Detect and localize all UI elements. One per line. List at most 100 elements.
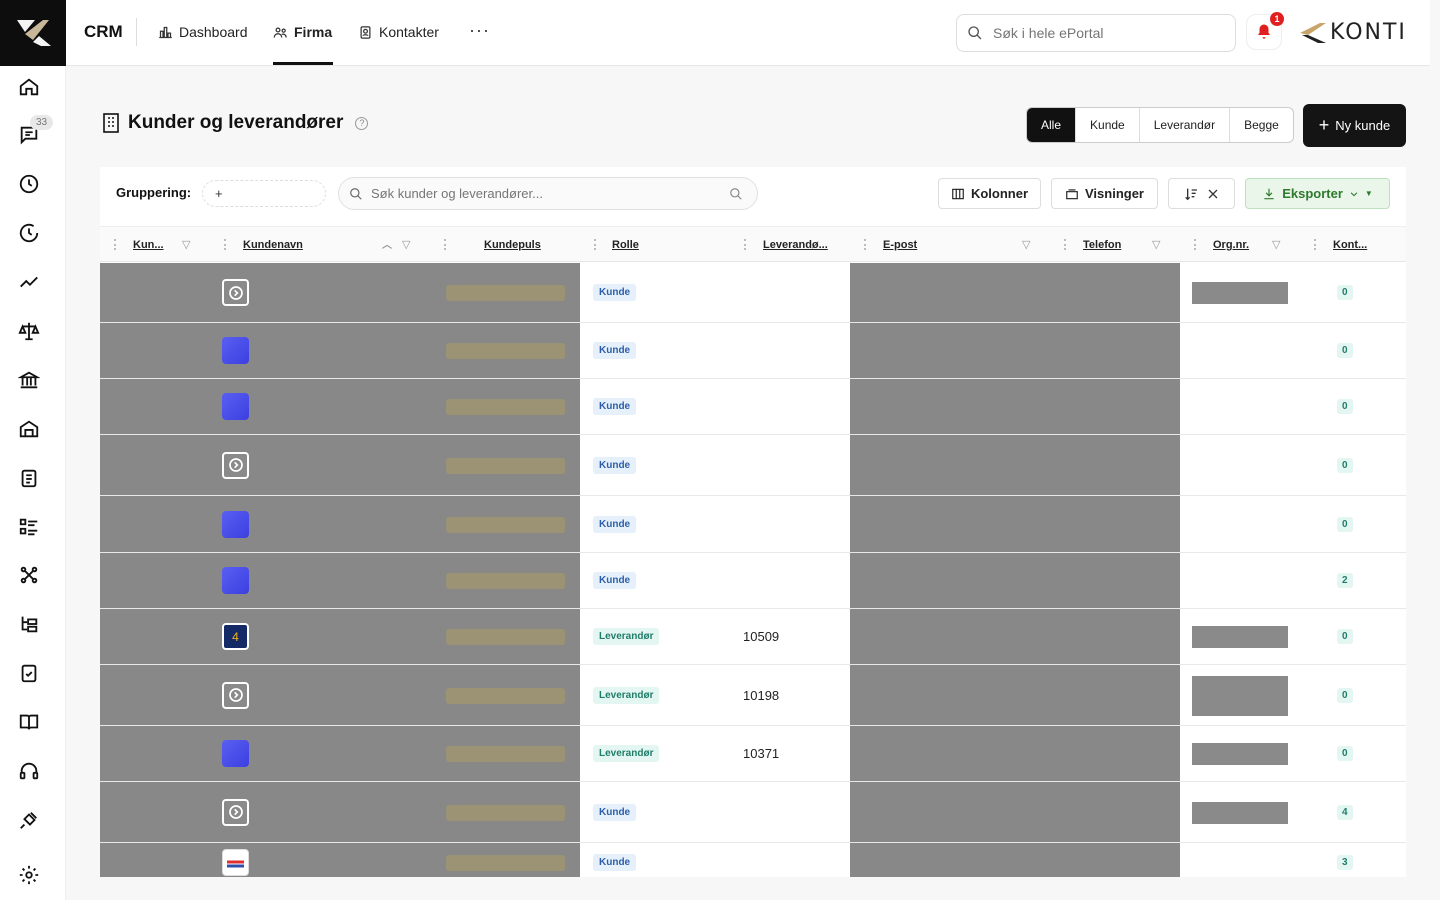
table-row[interactable]: Kunde 0 [100,435,1406,496]
redacted-cell [1050,843,1180,877]
drag-handle-icon[interactable] [444,239,447,250]
new-customer-button[interactable]: + Ny kunde [1303,104,1406,147]
col-header-kundenavn[interactable]: Kundenavn ︿ ▽ [210,227,430,263]
contacts-icon [360,25,371,39]
clipboard-icon[interactable] [16,465,42,491]
bell-icon [1258,24,1270,39]
col-header-kun[interactable]: Kun... ▽ [100,227,210,263]
filter-icon[interactable]: ▽ [1022,238,1030,251]
drag-handle-icon[interactable] [114,239,117,250]
customer-avatar[interactable] [222,451,249,479]
filter-icon[interactable]: ▽ [1152,238,1160,251]
table-row[interactable]: Kunde 2 [100,553,1406,609]
customer-avatar[interactable] [222,510,249,538]
drag-handle-icon[interactable] [224,239,227,250]
table-row[interactable]: Leverandør 10198 0 [100,665,1406,726]
customer-avatar[interactable] [222,798,249,826]
views-button[interactable]: Visninger [1051,178,1158,209]
nav-kontakter[interactable]: Kontakter [358,24,439,40]
drag-handle-icon[interactable] [594,239,597,250]
drag-handle-icon[interactable] [744,239,747,250]
role-badge: Kunde [593,342,637,359]
filter-icon[interactable]: ▽ [182,238,190,251]
table-row[interactable]: Kunde 0 [100,496,1406,553]
sort-asc-icon[interactable]: ︿ [382,236,392,251]
views-label: Visninger [1084,186,1144,201]
network-icon[interactable] [16,562,42,588]
filter-icon[interactable]: ▽ [1272,238,1280,251]
history-icon[interactable] [16,220,42,246]
home-icon[interactable] [16,74,42,100]
grouping-label: Gruppering: [116,185,192,200]
global-search[interactable] [956,14,1236,52]
columns-button[interactable]: Kolonner [938,178,1041,209]
customer-avatar[interactable]: 4 [222,623,249,650]
filter-tab-kunde[interactable]: Kunde [1075,108,1139,142]
filter-tab-alle[interactable]: Alle [1027,108,1076,142]
warehouse-icon[interactable] [16,416,42,442]
page-title: Kunder og leverandører ? [102,112,369,134]
table-row[interactable]: Kunde 0 [100,379,1406,435]
app-title: CRM [84,22,123,41]
chevron-right-icon [228,688,243,702]
col-header-leverandor[interactable]: Leverandø... [730,227,850,263]
checklist-icon[interactable] [16,660,42,686]
filter-tab-begge[interactable]: Begge [1229,108,1293,142]
nav-dashboard[interactable]: Dashboard [158,24,248,40]
table-search[interactable] [338,177,758,210]
table-row[interactable]: 4 Leverandør 10509 0 [100,609,1406,665]
col-header-kont[interactable]: Kont... [1300,227,1406,263]
trend-icon[interactable] [16,269,42,295]
table-search-input[interactable] [371,186,721,201]
customer-avatar[interactable] [222,740,249,767]
clear-sort-button[interactable] [1168,178,1235,209]
export-button[interactable]: Eksporter ▼ [1245,178,1390,209]
customer-avatar[interactable] [222,393,249,420]
role-badge: Leverandør [593,628,660,645]
customer-avatar[interactable] [222,337,249,364]
drag-handle-icon[interactable] [1314,239,1317,250]
role-badge: Leverandør [593,686,660,704]
more-menu-button[interactable]: ··· [469,20,490,41]
divider [136,18,137,46]
col-header-orgnr[interactable]: Org.nr. ▽ [1180,227,1300,263]
app-logo[interactable] [0,0,66,66]
search-icon [350,187,362,200]
table-row[interactable]: Leverandør 10371 0 [100,726,1406,782]
filter-icon[interactable]: ▽ [402,238,410,251]
help-icon[interactable]: ? [355,116,369,130]
chat-count-badge: 33 [30,115,54,130]
global-search-input[interactable] [993,25,1223,41]
table-toolbar: Gruppering: + Kolonner Visninger Eksport… [100,167,1406,225]
drag-handle-icon[interactable] [1064,239,1067,250]
customer-avatar[interactable] [222,567,249,594]
hierarchy-icon[interactable] [16,611,42,637]
book-icon[interactable] [16,709,42,735]
building-icon [103,113,119,133]
pulse-bar [446,804,565,821]
col-header-epost[interactable]: E-post ▽ [850,227,1050,263]
table-row[interactable]: Kunde 0 [100,323,1406,379]
plug-icon[interactable] [16,807,42,833]
close-icon [1208,189,1217,198]
settings-icon[interactable] [16,862,42,888]
customer-avatar[interactable] [222,849,249,876]
customer-avatar[interactable] [222,681,249,709]
drag-handle-icon[interactable] [1194,239,1197,250]
grouping-add-button[interactable]: + [202,180,326,207]
filter-tab-leverandor[interactable]: Leverandør [1138,108,1229,142]
col-header-telefon[interactable]: Telefon ▽ [1050,227,1180,263]
col-header-rolle[interactable]: Rolle [580,227,730,263]
table-row[interactable]: Kunde 0 [100,263,1406,323]
col-header-kundepuls[interactable]: Kundepuls [430,227,580,263]
nav-firma[interactable]: Firma [273,24,332,40]
scale-icon[interactable] [16,318,42,344]
customer-avatar[interactable] [222,279,249,306]
clock-icon[interactable] [16,171,42,197]
table-row[interactable]: Kunde 4 [100,782,1406,843]
drag-handle-icon[interactable] [864,239,867,250]
headset-icon[interactable] [16,758,42,784]
bank-icon[interactable] [16,367,42,393]
table-row[interactable]: Kunde 3 [100,843,1406,877]
list-icon[interactable] [16,514,42,540]
